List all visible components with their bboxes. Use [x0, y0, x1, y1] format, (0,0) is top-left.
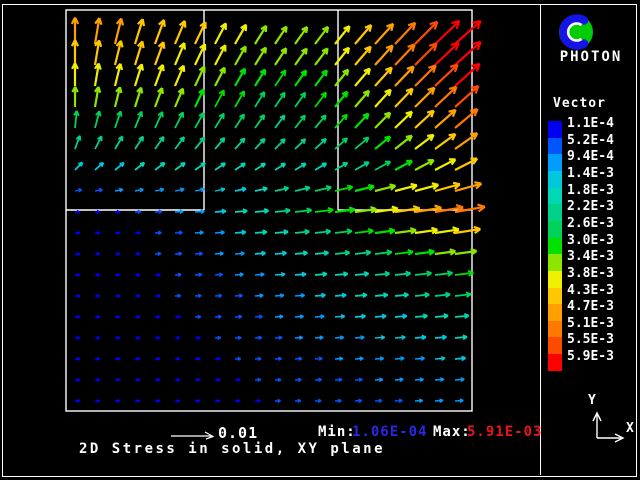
photon-logo-icon: [556, 12, 596, 52]
legend-title: Vector: [553, 96, 606, 111]
vector-field-plot: [0, 0, 640, 480]
legend-swatch: [548, 221, 562, 238]
legend-label: 2.6E-3: [567, 217, 614, 231]
legend-swatch: [548, 238, 562, 255]
scale-value-label: 0.01: [218, 424, 258, 442]
app-name: PHOTON: [548, 49, 634, 65]
legend-label: 2.2E-3: [567, 200, 614, 214]
max-value: 5.91E-03: [467, 424, 542, 440]
legend-label: 4.7E-3: [567, 300, 614, 314]
legend-label: 1.1E-4: [567, 117, 614, 131]
min-value: 1.06E-04: [352, 424, 427, 440]
scale-arrow-icon: [171, 432, 213, 439]
legend-swatch: [548, 171, 562, 188]
legend-swatch: [548, 154, 562, 171]
legend-swatch: [548, 188, 562, 205]
axis-triad-icon: [593, 413, 623, 442]
y-axis-label: Y: [588, 393, 596, 408]
max-label: Max:: [433, 424, 471, 440]
legend-swatch: [548, 254, 562, 271]
legend-swatch: [548, 321, 562, 338]
legend-label: 3.8E-3: [567, 267, 614, 281]
legend-swatch: [548, 354, 562, 371]
legend-swatch: [548, 138, 562, 155]
legend-label: 5.2E-4: [567, 134, 614, 148]
legend-label: 1.8E-3: [567, 184, 614, 198]
legend-label: 3.4E-3: [567, 250, 614, 264]
legend-label: 1.4E-3: [567, 167, 614, 181]
legend-swatch: [548, 288, 562, 305]
legend-swatch: [548, 204, 562, 221]
plot-title: 2D Stress in solid, XY plane: [79, 441, 385, 457]
legend-label: 5.5E-3: [567, 333, 614, 347]
legend-label: 5.9E-3: [567, 350, 614, 364]
legend-swatch: [548, 337, 562, 354]
legend-swatch: [548, 304, 562, 321]
legend-label: 5.1E-3: [567, 317, 614, 331]
legend-label: 9.4E-4: [567, 150, 614, 164]
legend-swatch: [548, 121, 562, 138]
photon-viewer-window: PHOTON Vector 1.1E-4 5.2E-4 9.4E-4 1.4E-3 1.…: [0, 0, 640, 480]
min-label: Min:: [318, 424, 356, 440]
legend-label: 4.3E-3: [567, 284, 614, 298]
legend-swatch: [548, 271, 562, 288]
legend-label: 3.0E-3: [567, 234, 614, 248]
x-axis-label: X: [626, 421, 634, 436]
